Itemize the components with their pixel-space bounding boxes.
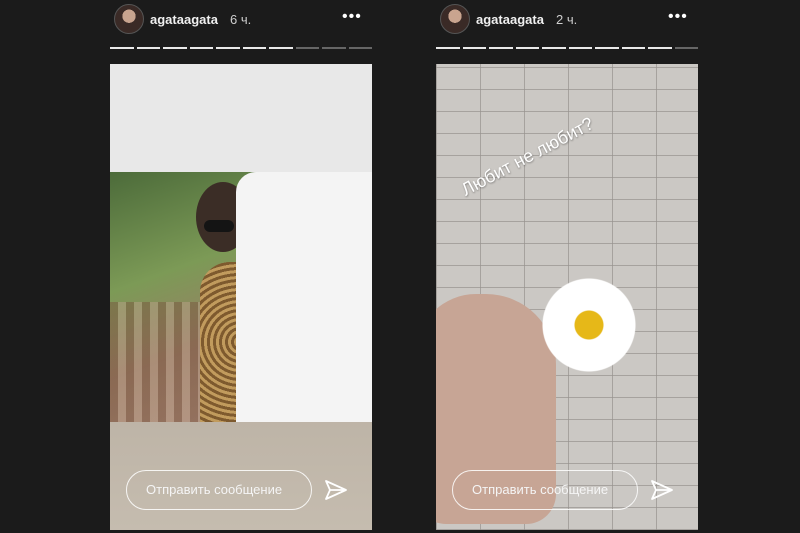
progress-segment (322, 47, 346, 49)
man-shirt (236, 172, 372, 422)
avatar[interactable] (114, 4, 144, 34)
paper-plane-icon[interactable] (650, 478, 674, 502)
daisy-flower (540, 276, 638, 374)
progress-segment (242, 47, 266, 49)
progress-segment (216, 47, 240, 49)
story-header: agataagata 6 ч. ••• (110, 4, 372, 40)
story-card[interactable]: Любит не любит? Отправить сообщение (436, 64, 698, 530)
story-panel-2[interactable]: agataagata 2 ч. ••• Любит не любит? Отпр… (436, 0, 698, 533)
progress-segment (542, 47, 566, 49)
progress-segment (462, 47, 486, 49)
story-progress-bar (436, 47, 698, 50)
post-time: 6 ч. (230, 12, 252, 27)
progress-segment (621, 47, 645, 49)
username[interactable]: agataagata (476, 12, 544, 27)
reply-input[interactable]: Отправить сообщение (126, 470, 312, 510)
more-options-icon[interactable]: ••• (342, 8, 362, 26)
story-photo (110, 172, 372, 422)
story-panel-1[interactable]: agataagata 6 ч. ••• Отправить сообщение (110, 0, 372, 533)
progress-segment (189, 47, 213, 49)
story-header: agataagata 2 ч. ••• (436, 4, 698, 40)
progress-segment (295, 47, 319, 49)
paper-plane-icon[interactable] (324, 478, 348, 502)
progress-segment (136, 47, 160, 49)
progress-segment (515, 47, 539, 49)
progress-segment (348, 47, 372, 49)
progress-segment (674, 47, 698, 49)
progress-segment (163, 47, 187, 49)
story-progress-bar (110, 47, 372, 50)
progress-segment (489, 47, 513, 49)
reply-input[interactable]: Отправить сообщение (452, 470, 638, 510)
progress-segment (110, 47, 134, 49)
progress-segment (436, 47, 460, 49)
more-options-icon[interactable]: ••• (668, 8, 688, 26)
progress-segment (648, 47, 672, 49)
avatar[interactable] (440, 4, 470, 34)
sunglasses (204, 220, 234, 232)
progress-segment (269, 47, 293, 49)
progress-segment (568, 47, 592, 49)
progress-segment (595, 47, 619, 49)
story-card[interactable]: Отправить сообщение (110, 64, 372, 530)
post-time: 2 ч. (556, 12, 578, 27)
username[interactable]: agataagata (150, 12, 218, 27)
